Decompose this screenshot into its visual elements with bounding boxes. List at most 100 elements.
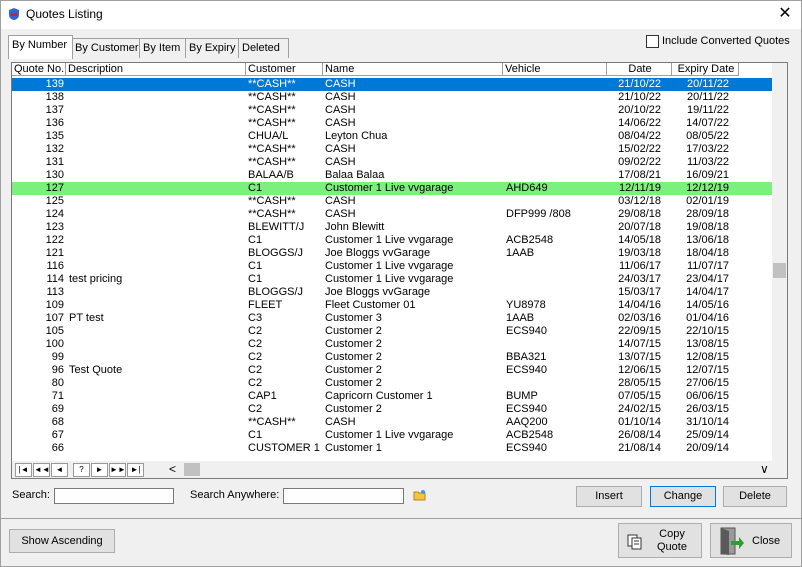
table-row[interactable]: 68 **CASH** CASH AAQ200 01/10/14 31/10/14 bbox=[12, 416, 772, 429]
table-row[interactable]: 139 **CASH** CASH 21/10/22 20/11/22 bbox=[12, 78, 772, 91]
table-row[interactable]: 105 C2 Customer 2 ECS940 22/09/15 22/10/15 bbox=[12, 325, 772, 338]
cell-vehicle bbox=[506, 377, 606, 390]
cell-vehicle bbox=[506, 260, 606, 273]
table-row[interactable]: 127 C1 Customer 1 Live vvgarage AHD649 12/11… bbox=[12, 182, 772, 195]
cell-quote-no: 132 bbox=[45, 143, 64, 155]
scroll-left-icon[interactable]: < bbox=[169, 462, 176, 476]
nav-search-button[interactable]: ? bbox=[73, 463, 90, 477]
cell-expiry-date: 16/09/21 bbox=[686, 169, 729, 181]
cell-customer: **CASH** bbox=[248, 78, 296, 90]
table-row[interactable]: 124 **CASH** CASH DFP999 /808 29/08/18 28/09/… bbox=[12, 208, 772, 221]
cell-date: 22/09/15 bbox=[618, 325, 661, 337]
cell-date: 15/03/17 bbox=[618, 286, 661, 298]
search-anywhere-label: Search Anywhere: bbox=[190, 489, 280, 501]
delete-button[interactable]: Delete bbox=[723, 486, 787, 507]
include-converted-checkbox[interactable] bbox=[646, 35, 659, 48]
cell-quote-no: 68 bbox=[51, 416, 64, 428]
tab-by-customer[interactable]: By Customer bbox=[71, 38, 143, 58]
search-anywhere-input[interactable] bbox=[283, 488, 404, 504]
cell-description bbox=[69, 299, 244, 312]
nav-first-button[interactable]: |◄ bbox=[15, 463, 32, 477]
copy-icon bbox=[627, 534, 642, 550]
cell-vehicle bbox=[506, 91, 606, 104]
nav-prev-button[interactable]: ◄ bbox=[51, 463, 68, 477]
table-row[interactable]: 67 C1 Customer 1 Live vvgarage ACB2548 26/08… bbox=[12, 429, 772, 442]
cell-name: CASH bbox=[325, 104, 356, 116]
cell-date: 21/08/14 bbox=[618, 442, 661, 454]
cell-customer: BLEWITT/J bbox=[248, 221, 305, 233]
scroll-right-icon[interactable]: ∨ bbox=[760, 462, 769, 476]
tab-by-expiry[interactable]: By Expiry bbox=[185, 38, 241, 58]
table-row[interactable]: 122 C1 Customer 1 Live vvgarage ACB2548 14/0… bbox=[12, 234, 772, 247]
show-ascending-button[interactable]: Show Ascending bbox=[9, 529, 115, 553]
table-row[interactable]: 69 C2 Customer 2 ECS940 24/02/15 26/03/15 bbox=[12, 403, 772, 416]
nav-next-button[interactable]: ► bbox=[91, 463, 108, 477]
nav-last-button[interactable]: ►| bbox=[127, 463, 144, 477]
table-row[interactable]: 131 **CASH** CASH 09/02/22 11/03/22 bbox=[12, 156, 772, 169]
table-row[interactable]: 80 C2 Customer 2 28/05/15 27/06/15 bbox=[12, 377, 772, 390]
search-input[interactable] bbox=[54, 488, 174, 504]
insert-button[interactable]: Insert bbox=[576, 486, 642, 507]
col-description[interactable]: Description bbox=[66, 63, 246, 76]
quotes-grid[interactable]: Quote No. Description Customer Name Vehi… bbox=[11, 62, 788, 479]
col-customer[interactable]: Customer bbox=[246, 63, 323, 76]
col-vehicle[interactable]: Vehicle bbox=[503, 63, 607, 76]
col-quote-no[interactable]: Quote No. bbox=[12, 63, 66, 76]
cell-expiry-date: 20/11/22 bbox=[686, 78, 729, 90]
table-row[interactable]: 116 C1 Customer 1 Live vvgarage 11/06/17 11/… bbox=[12, 260, 772, 273]
table-row[interactable]: 123 BLEWITT/J John Blewitt 20/07/18 19/08/18 bbox=[12, 221, 772, 234]
cell-date: 19/03/18 bbox=[618, 247, 661, 259]
cell-description: test pricing bbox=[69, 273, 123, 285]
table-row[interactable]: 99 C2 Customer 2 BBA321 13/07/15 12/08/15 bbox=[12, 351, 772, 364]
table-row[interactable]: 107 PT test C3 Customer 3 1AAB 02/03/16 01/04/… bbox=[12, 312, 772, 325]
table-row[interactable]: 114 test pricing C1 Customer 1 Live vvgarag… bbox=[12, 273, 772, 286]
cell-date: 20/10/22 bbox=[618, 104, 661, 116]
table-row[interactable]: 138 **CASH** CASH 21/10/22 20/11/22 bbox=[12, 91, 772, 104]
nav-next-page-button[interactable]: ►► bbox=[109, 463, 126, 477]
cell-date: 20/07/18 bbox=[618, 221, 661, 233]
table-row[interactable]: 109 FLEET Fleet Customer 01 YU8978 14/04/16 1… bbox=[12, 299, 772, 312]
table-row[interactable]: 113 BLOGGS/J Joe Bloggs vvGarage 15/03/17 14… bbox=[12, 286, 772, 299]
copy-quote-label-line1: Copy bbox=[659, 528, 685, 540]
table-row[interactable]: 66 CUSTOMER 1 Customer 1 ECS940 21/08/14 20/0… bbox=[12, 442, 772, 455]
window-title: Quotes Listing bbox=[26, 7, 103, 21]
cell-description bbox=[69, 390, 244, 403]
table-row[interactable]: 136 **CASH** CASH 14/06/22 14/07/22 bbox=[12, 117, 772, 130]
table-row[interactable]: 137 **CASH** CASH 20/10/22 19/11/22 bbox=[12, 104, 772, 117]
nav-prev-page-button[interactable]: ◄◄ bbox=[33, 463, 50, 477]
close-window-icon[interactable]: ✕ bbox=[775, 4, 795, 24]
col-date[interactable]: Date bbox=[607, 63, 672, 76]
table-row[interactable]: 132 **CASH** CASH 15/02/22 17/03/22 bbox=[12, 143, 772, 156]
cell-vehicle bbox=[506, 117, 606, 130]
cell-quote-no: 109 bbox=[45, 299, 64, 311]
copy-quote-button[interactable]: Copy Quote bbox=[618, 523, 702, 558]
horizontal-scroll-thumb[interactable] bbox=[184, 463, 200, 476]
tab-by-item[interactable]: By Item bbox=[139, 38, 187, 58]
cell-date: 12/11/19 bbox=[618, 182, 661, 194]
change-button[interactable]: Change bbox=[650, 486, 716, 507]
col-name[interactable]: Name bbox=[323, 63, 503, 76]
vertical-scroll-thumb[interactable] bbox=[773, 263, 786, 278]
table-row[interactable]: 130 BALAA/B Balaa Balaa 17/08/21 16/09/21 bbox=[12, 169, 772, 182]
cell-name: CASH bbox=[325, 208, 356, 220]
cell-name: Customer 2 bbox=[325, 364, 382, 376]
tab-by-number[interactable]: By Number bbox=[8, 35, 73, 59]
cell-expiry-date: 13/08/15 bbox=[686, 338, 729, 350]
tab-deleted[interactable]: Deleted bbox=[238, 38, 289, 58]
close-button[interactable]: Close bbox=[710, 523, 792, 558]
vertical-scrollbar[interactable] bbox=[772, 63, 787, 461]
folder-search-icon[interactable] bbox=[413, 489, 427, 501]
cell-quote-no: 125 bbox=[45, 195, 64, 207]
table-row[interactable]: 100 C2 Customer 2 14/07/15 13/08/15 bbox=[12, 338, 772, 351]
cell-expiry-date: 23/04/17 bbox=[686, 273, 729, 285]
quotes-listing-window: Quotes Listing ✕ By Number By Customer B… bbox=[0, 0, 802, 567]
table-row[interactable]: 96 Test Quote C2 Customer 2 ECS940 12/06/15 12… bbox=[12, 364, 772, 377]
table-row[interactable]: 71 CAP1 Capricorn Customer 1 BUMP 07/05/15 06… bbox=[12, 390, 772, 403]
table-row[interactable]: 135 CHUA/L Leyton Chua 08/04/22 08/05/22 bbox=[12, 130, 772, 143]
cell-expiry-date: 11/03/22 bbox=[686, 156, 729, 168]
table-row[interactable]: 125 **CASH** CASH 03/12/18 02/01/19 bbox=[12, 195, 772, 208]
cell-name: Customer 1 Live vvgarage bbox=[325, 260, 454, 272]
cell-expiry-date: 27/06/15 bbox=[686, 377, 729, 389]
col-expiry-date[interactable]: Expiry Date bbox=[672, 63, 739, 76]
table-row[interactable]: 121 BLOGGS/J Joe Bloggs vvGarage 1AAB 19/03/… bbox=[12, 247, 772, 260]
